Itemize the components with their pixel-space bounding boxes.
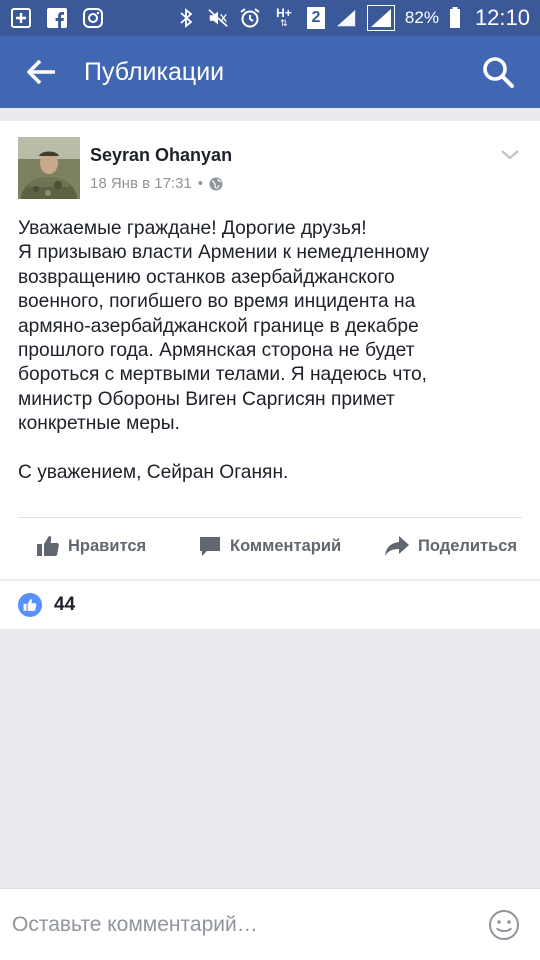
post-line: бороться с мертвыми телами. Я надеюсь чт… bbox=[18, 364, 427, 386]
post-line: министр Обороны Виген Саргисян примет bbox=[18, 388, 395, 410]
globe-icon bbox=[209, 177, 223, 190]
signal-icon bbox=[366, 5, 395, 31]
comment-label: Комментарий bbox=[230, 536, 342, 555]
post-header: Seyran Ohanyan 18 Янв в 17:31 • bbox=[18, 137, 522, 203]
share-button[interactable]: Поделиться bbox=[384, 534, 517, 558]
facebook-icon bbox=[46, 7, 68, 29]
post-line: Уважаемые граждане! Дорогие друзья! bbox=[18, 218, 367, 239]
back-button[interactable] bbox=[0, 36, 84, 108]
instagram-icon bbox=[82, 7, 104, 29]
post-line: конкретные меры. bbox=[18, 413, 180, 435]
avatar[interactable] bbox=[18, 137, 80, 199]
reactions-row[interactable]: 44 bbox=[0, 581, 540, 629]
comment-input[interactable] bbox=[12, 912, 452, 937]
battery-percent: 82% bbox=[404, 8, 439, 27]
post-line: возвращению останков азербайджанского bbox=[18, 266, 395, 288]
post-meta: 18 Янв в 17:31 • bbox=[90, 175, 223, 192]
plus-box-icon bbox=[10, 7, 32, 29]
chevron-down-icon[interactable] bbox=[498, 143, 522, 167]
divider bbox=[18, 517, 522, 518]
like-button[interactable]: Нравится bbox=[36, 534, 146, 558]
meta-separator: • bbox=[197, 175, 204, 192]
post-line: прошлого года. Армянская сторона не буде… bbox=[18, 340, 415, 362]
comment-icon bbox=[200, 537, 220, 556]
status-bar: H+ ⇅ 2 82% 12:10 bbox=[0, 0, 540, 36]
signal-icon bbox=[335, 7, 357, 29]
post-text: Уважаемые граждане! Дорогие друзья! Я пр… bbox=[18, 217, 522, 485]
sim-2-icon: 2 bbox=[306, 7, 325, 29]
post-line: Я призываю власти Армении к немедленному bbox=[18, 242, 430, 264]
comment-bar bbox=[0, 888, 540, 960]
network-h-plus-icon: H+ ⇅ bbox=[276, 6, 292, 28]
share-icon bbox=[385, 536, 409, 556]
bluetooth-icon bbox=[175, 7, 197, 29]
post-date[interactable]: 18 Янв в 17:31 bbox=[90, 175, 192, 192]
search-icon bbox=[483, 57, 514, 88]
search-button[interactable] bbox=[456, 36, 540, 108]
post-line: военного, погибшего во время инцидента н… bbox=[18, 291, 416, 313]
comment-button[interactable]: Комментарий bbox=[198, 534, 341, 558]
app-bar: Публикации bbox=[0, 36, 540, 108]
like-label: Нравится bbox=[68, 536, 147, 555]
post-line: армяно-азербайджанской границе в декабре bbox=[18, 315, 419, 337]
battery-icon bbox=[449, 7, 461, 29]
author-name[interactable]: Seyran Ohanyan bbox=[90, 145, 232, 166]
thumbs-up-icon bbox=[37, 536, 59, 556]
share-label: Поделиться bbox=[418, 536, 518, 555]
like-count: 44 bbox=[54, 594, 76, 615]
page-title: Публикации bbox=[84, 57, 225, 86]
post-card: Seyran Ohanyan 18 Янв в 17:31 • Уважаемы… bbox=[0, 121, 540, 579]
post-actions: Нравится Комментарий Поделиться bbox=[0, 524, 540, 570]
alarm-icon bbox=[239, 7, 261, 29]
mute-icon bbox=[207, 7, 229, 29]
like-icon bbox=[18, 593, 42, 617]
smiley-icon[interactable] bbox=[488, 909, 520, 941]
post-signature: С уважением, Сейран Оганян. bbox=[18, 462, 289, 484]
arrow-back-icon bbox=[27, 59, 55, 85]
clock: 12:10 bbox=[474, 5, 530, 30]
